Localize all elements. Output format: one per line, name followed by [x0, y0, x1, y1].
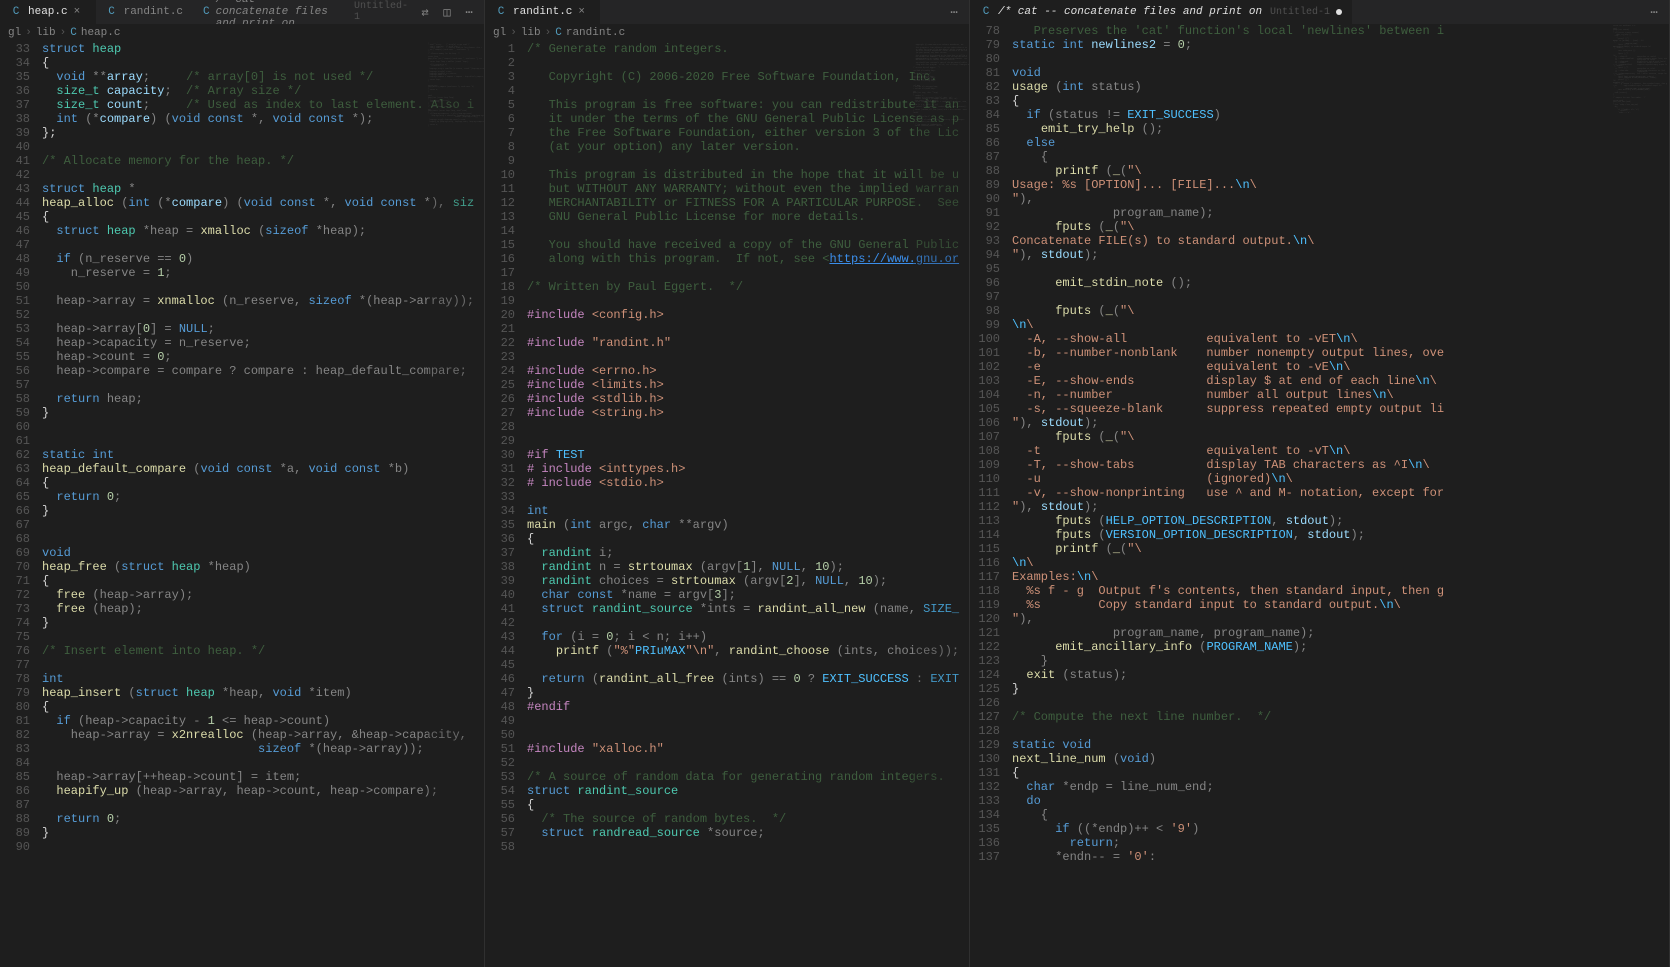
close-icon[interactable]: ×: [578, 6, 590, 18]
tab-label: /* cat -- concatenate files and print on: [998, 6, 1262, 18]
line-gutter-2: 1234567891011121314151617181920212223242…: [485, 42, 527, 967]
split-icon[interactable]: ◫: [440, 5, 454, 19]
tab-bar-3: C /* cat -- concatenate files and print …: [970, 0, 1669, 24]
more-icon[interactable]: ⋯: [947, 5, 961, 19]
tab-untitled-1[interactable]: C /* cat -- concatenate files and print …: [193, 0, 418, 24]
editor-actions: ⋯: [947, 5, 969, 19]
code-lines-1[interactable]: struct heap{ void **array; /* array[0] i…: [42, 42, 484, 967]
chevron-right-icon: ›: [510, 27, 517, 39]
c-file-icon: C: [106, 6, 118, 18]
code-lines-3[interactable]: Preserves the 'cat' function's local 'ne…: [1012, 24, 1669, 967]
tab-heap-c[interactable]: C heap.c ×: [0, 0, 96, 24]
tab-bar-1: C heap.c × C randint.c C /* cat -- conca…: [0, 0, 484, 24]
compare-icon[interactable]: ⇄: [418, 5, 432, 19]
modified-icon: [1336, 9, 1342, 15]
code-area-2[interactable]: 1234567891011121314151617181920212223242…: [485, 42, 969, 967]
chevron-right-icon: ›: [60, 27, 67, 39]
c-file-icon: C: [203, 6, 210, 18]
chevron-right-icon: ›: [25, 27, 32, 39]
tab-suffix: Untitled-1: [354, 1, 408, 23]
breadcrumb-segment[interactable]: gl: [8, 27, 21, 39]
editor-pane-3: C /* cat -- concatenate files and print …: [970, 0, 1670, 967]
editor-pane-2: C randint.c × ⋯ gl › lib › C randint.c 1…: [485, 0, 970, 967]
close-icon[interactable]: ×: [74, 6, 86, 18]
breadcrumb-2[interactable]: gl › lib › C randint.c: [485, 24, 969, 42]
minimap-1[interactable]: struct heap { void **array; /* array[0] …: [428, 42, 484, 967]
minimap-2[interactable]: /* Generate random integers. Copyright (…: [913, 42, 969, 967]
chevron-right-icon: ›: [545, 27, 552, 39]
tab-label: randint.c: [513, 6, 572, 18]
c-file-icon: C: [10, 6, 22, 18]
tab-randint-c[interactable]: C randint.c: [96, 0, 193, 24]
more-icon[interactable]: ⋯: [1647, 5, 1661, 19]
breadcrumb-file[interactable]: randint.c: [566, 27, 625, 39]
line-gutter-3: 7879808182838485868788899091929394959697…: [970, 24, 1012, 967]
tab-label: heap.c: [28, 6, 68, 18]
c-file-icon: C: [70, 27, 77, 39]
code-lines-2[interactable]: /* Generate random integers. Copyright (…: [527, 42, 969, 967]
tab-randint-c-2[interactable]: C randint.c ×: [485, 0, 600, 24]
breadcrumb-segment[interactable]: lib: [521, 27, 541, 39]
more-icon[interactable]: ⋯: [462, 5, 476, 19]
c-file-icon: C: [980, 6, 992, 18]
editor-container: C heap.c × C randint.c C /* cat -- conca…: [0, 0, 1670, 967]
code-area-1[interactable]: 3334353637383940414243444546474849505152…: [0, 42, 484, 967]
breadcrumb-file[interactable]: heap.c: [81, 27, 121, 39]
breadcrumb-1[interactable]: gl › lib › C heap.c: [0, 24, 484, 42]
c-file-icon: C: [555, 27, 562, 39]
editor-actions: ⋯: [1647, 5, 1669, 19]
minimap-3[interactable]: Preserves the 'cat' function's local 'ne…: [1613, 24, 1669, 967]
editor-pane-1: C heap.c × C randint.c C /* cat -- conca…: [0, 0, 485, 967]
tab-bar-2: C randint.c × ⋯: [485, 0, 969, 24]
tab-suffix: Untitled-1: [1270, 7, 1330, 18]
breadcrumb-segment[interactable]: lib: [36, 27, 56, 39]
code-area-3[interactable]: 7879808182838485868788899091929394959697…: [970, 24, 1669, 967]
editor-actions: ⇄ ◫ ⋯: [418, 5, 484, 19]
breadcrumb-segment[interactable]: gl: [493, 27, 506, 39]
c-file-icon: C: [495, 6, 507, 18]
line-gutter-1: 3334353637383940414243444546474849505152…: [0, 42, 42, 967]
tab-label: randint.c: [124, 6, 183, 18]
tab-untitled-1-3[interactable]: C /* cat -- concatenate files and print …: [970, 0, 1352, 24]
